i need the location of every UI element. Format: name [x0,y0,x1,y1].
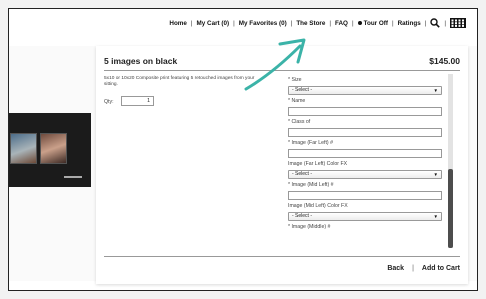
image-far-left-fx-label: Image (Far Left) Color FX [288,161,348,167]
add-to-cart-button[interactable]: Add to Cart [422,265,460,272]
image-mid-left-fx-value: - Select - [292,213,313,219]
name-input[interactable] [288,107,442,116]
nav-separator: | [424,19,427,27]
name-label: * Name [288,98,306,104]
size-label: * Size [288,77,302,83]
header-divider [104,70,460,71]
grid-icon[interactable] [450,18,466,28]
nav-tour-off[interactable]: Tour Off [357,19,388,27]
nav-tour-off-label: Tour Off [363,19,388,27]
image-far-left-fx-value: - Select - [292,171,313,177]
top-navigation: Home | My Cart (0) | My Favorites (0) | … [169,18,466,28]
nav-separator: | [351,19,354,27]
chevron-down-icon: ▼ [433,172,438,177]
product-title: 5 images on black [104,56,178,66]
composite-photo-right [40,133,67,164]
nav-separator: | [444,19,446,27]
search-icon[interactable] [430,18,441,28]
image-far-left-fx-select[interactable]: - Select - ▼ [288,170,442,179]
options-form: * Size - Select - ▼ * Name * Class of * … [288,74,442,251]
footer-divider [104,256,460,257]
chevron-down-icon: ▼ [433,214,438,219]
image-far-left-input[interactable] [288,149,442,158]
size-select[interactable]: - Select - ▼ [288,86,442,95]
image-mid-left-fx-label: Image (Mid Left) Color FX [288,203,348,209]
nav-faq[interactable]: FAQ [335,20,348,27]
image-mid-left-fx-select[interactable]: - Select - ▼ [288,212,442,221]
product-description: 5x10 or 10x20 Composite print featuring … [104,76,255,88]
product-options-modal: 5 images on black $145.00 5x10 or 10x20 … [96,46,468,284]
form-scrollbar[interactable] [448,74,453,248]
nav-my-favorites[interactable]: My Favorites (0) [239,20,287,27]
image-middle-label: * Image (Middle) # [288,224,331,230]
back-button[interactable]: Back [387,265,404,272]
composite-caption-mark [64,176,82,178]
image-mid-left-input[interactable] [288,191,442,200]
footer-separator: | [412,265,414,272]
class-of-label: * Class of [288,119,311,125]
quantity-label: Qty: [104,99,114,105]
nav-separator: | [329,19,332,27]
image-mid-left-label: * Image (Mid Left) # [288,182,334,188]
footer-actions: Back | Add to Cart [387,265,460,272]
nav-my-cart[interactable]: My Cart (0) [197,20,230,27]
nav-separator: | [391,19,394,27]
dot-icon [357,20,362,25]
nav-ratings[interactable]: Ratings [398,20,421,27]
nav-separator: | [190,19,193,27]
nav-separator: | [233,19,235,27]
image-far-left-label: * Image (Far Left) # [288,140,333,146]
scrollbar-thumb[interactable] [448,169,453,248]
quantity-input[interactable]: 1 [121,96,154,106]
composite-photo-left [10,133,37,164]
nav-home[interactable]: Home [169,20,187,27]
size-select-value: - Select - [292,87,313,93]
product-price: $145.00 [429,56,460,66]
nav-the-store[interactable]: The Store [296,20,325,27]
chevron-down-icon: ▼ [433,88,438,93]
class-of-input[interactable] [288,128,442,137]
nav-separator: | [290,19,293,27]
